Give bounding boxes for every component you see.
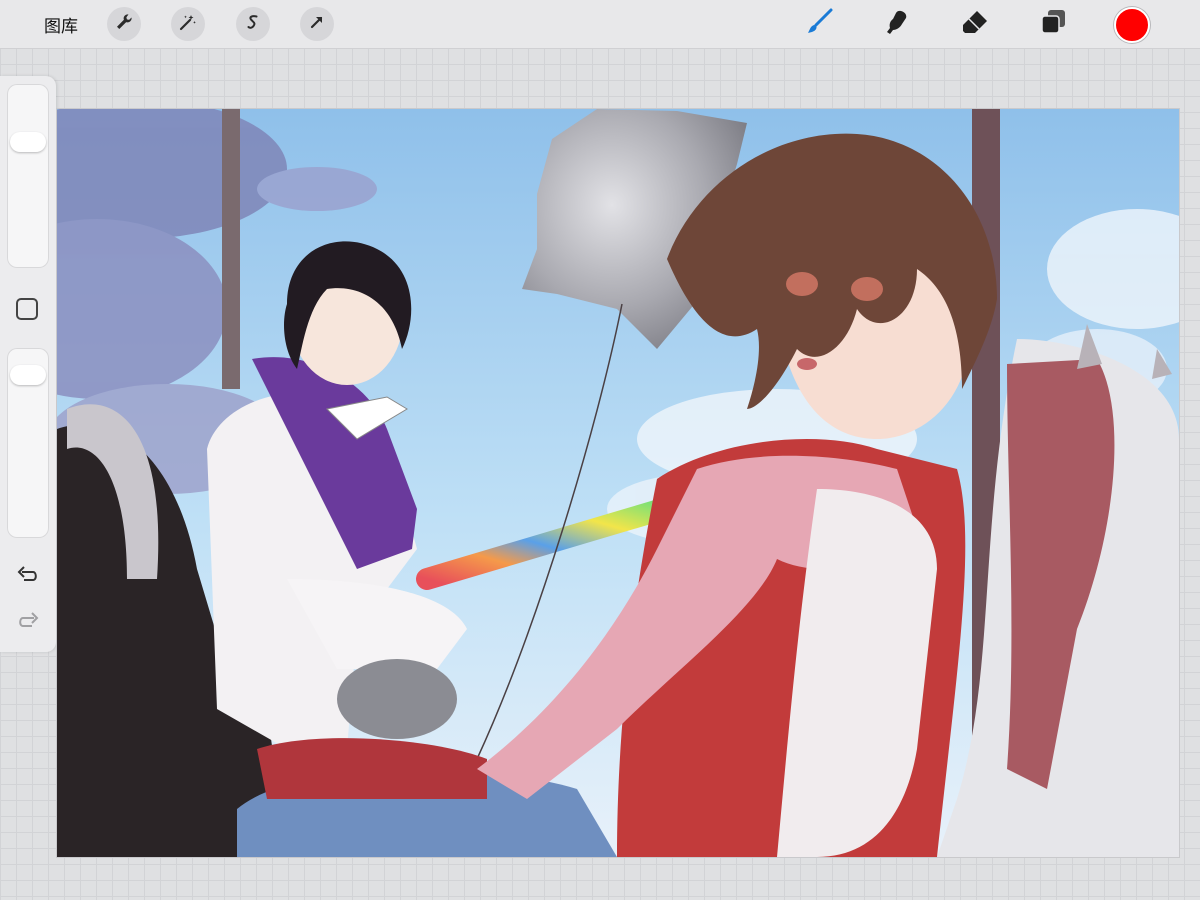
layers-icon <box>1038 7 1068 41</box>
brush-size-handle[interactable] <box>10 131 46 152</box>
layers-button[interactable] <box>1035 6 1071 42</box>
opacity-handle[interactable] <box>10 364 46 385</box>
selection-button[interactable] <box>236 7 270 41</box>
drawing-canvas[interactable] <box>57 109 1179 857</box>
opacity-slider[interactable] <box>7 348 49 538</box>
top-toolbar: 图库 <box>0 0 1200 49</box>
transform-arrow-icon <box>308 13 326 35</box>
smudge-tool[interactable] <box>879 6 915 42</box>
brush-size-slider[interactable] <box>7 84 49 268</box>
eraser-icon <box>960 7 990 41</box>
gallery-button[interactable]: 图库 <box>44 12 78 37</box>
smudge-icon <box>882 7 912 41</box>
selection-icon <box>244 13 262 35</box>
magic-wand-icon <box>179 13 197 35</box>
redo-button[interactable] <box>14 611 42 633</box>
carousel-pole-left <box>222 109 240 389</box>
redo-icon <box>16 610 40 634</box>
actions-button[interactable] <box>107 7 141 41</box>
modify-button[interactable] <box>16 298 38 320</box>
eraser-tool[interactable] <box>957 6 993 42</box>
wrench-icon <box>115 13 133 35</box>
undo-icon <box>16 564 40 588</box>
undo-button[interactable] <box>14 565 42 587</box>
canvas-artwork <box>57 109 1179 857</box>
brush-icon <box>804 7 834 41</box>
transform-button[interactable] <box>300 7 334 41</box>
left-sidebar <box>0 76 56 652</box>
brush-tool[interactable] <box>801 6 837 42</box>
color-picker[interactable] <box>1114 7 1150 43</box>
adjustments-button[interactable] <box>171 7 205 41</box>
